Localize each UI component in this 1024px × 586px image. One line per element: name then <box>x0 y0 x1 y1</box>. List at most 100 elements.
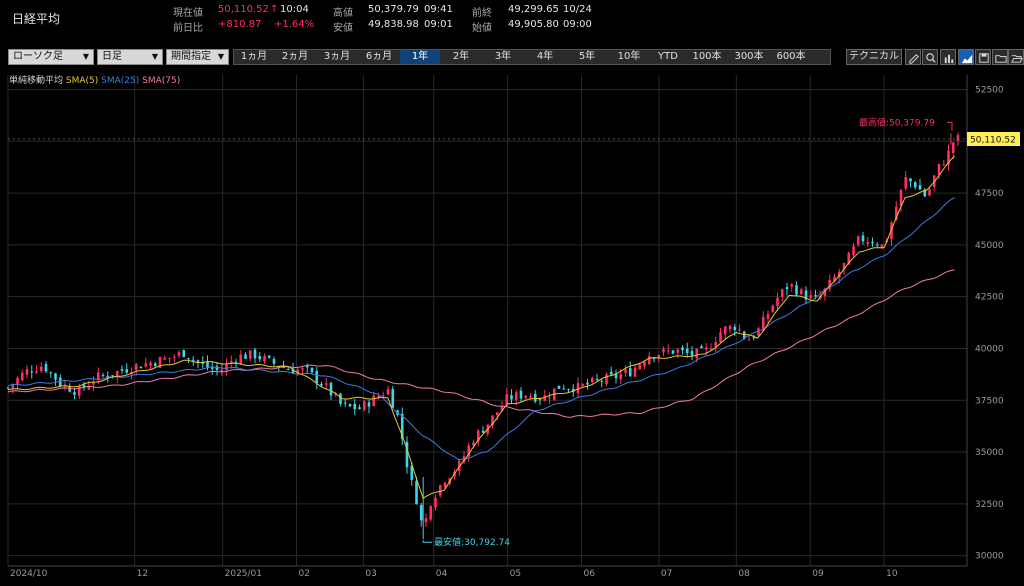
y-tick-label-7: 47500 <box>975 189 1004 199</box>
candle-body <box>567 389 570 391</box>
candle-body <box>704 347 708 350</box>
candle-body <box>101 375 105 377</box>
bar-chart-icon <box>944 54 954 64</box>
range-button-12[interactable]: 300本 <box>728 50 770 64</box>
range-button-1[interactable]: 2ヵ月 <box>274 50 316 64</box>
candle-body <box>377 395 380 398</box>
zoom-button[interactable] <box>922 49 938 65</box>
high-time: 09:41 <box>424 4 453 15</box>
x-tick-label-3: 02 <box>299 569 310 579</box>
range-button-4[interactable]: 1年 <box>400 50 440 64</box>
open-time: 09:00 <box>563 19 592 30</box>
legend-sma5[interactable]: SMA(5) <box>66 76 98 86</box>
range-button-6[interactable]: 3年 <box>482 50 524 64</box>
bar-chart-button[interactable] <box>940 49 956 65</box>
legend-label: 単純移動平均 <box>9 76 64 86</box>
legend-sma75[interactable]: SMA(75) <box>142 76 180 86</box>
candle-body <box>861 235 865 242</box>
range-button-2[interactable]: 3ヵ月 <box>316 50 358 64</box>
candle-body <box>139 366 143 369</box>
range-mode-value: 期間指定 <box>171 51 211 62</box>
range-button-11[interactable]: 100本 <box>686 50 728 64</box>
candle-body <box>576 383 580 394</box>
save-button[interactable] <box>975 49 991 65</box>
legend-sma25[interactable]: SMA(25) <box>101 76 139 86</box>
y-tick-label-3: 37500 <box>975 396 1004 406</box>
open-label: 始値 <box>472 23 492 34</box>
candle-body <box>514 392 518 400</box>
low-annotation-pointer <box>422 540 433 543</box>
candle-body <box>301 368 304 370</box>
candle-body <box>548 397 551 399</box>
candle-body <box>30 371 34 373</box>
candle-body <box>244 354 247 359</box>
range-button-13[interactable]: 600本 <box>770 50 812 64</box>
low-time: 09:01 <box>424 19 453 30</box>
low-label: 安値 <box>333 23 353 34</box>
candle-body <box>172 356 176 358</box>
candle-body <box>780 289 784 297</box>
candle-body <box>125 369 129 373</box>
candle-body <box>719 332 722 343</box>
chart-type-value: ローソク足 <box>13 51 63 62</box>
current-time: 10:04 <box>280 4 309 15</box>
pencil-button[interactable] <box>905 49 921 65</box>
candle-body <box>695 348 699 359</box>
candle-body <box>538 399 542 401</box>
folder-open-button[interactable] <box>1008 49 1024 65</box>
candle-body <box>177 352 181 356</box>
candle-body <box>153 363 157 366</box>
candle-body <box>785 286 789 290</box>
chart-type-select[interactable]: ローソク足 ▼ <box>8 49 94 65</box>
candle-body <box>581 384 585 386</box>
candle-body <box>866 242 870 244</box>
range-button-0[interactable]: 1ヵ月 <box>234 50 274 64</box>
candle-body <box>723 326 727 335</box>
candle-body <box>20 372 24 381</box>
candle-body <box>248 350 252 359</box>
range-button-10[interactable]: YTD <box>650 50 686 64</box>
candle-body <box>96 372 100 380</box>
area-chart-button[interactable] <box>958 49 974 65</box>
technical-button[interactable]: テクニカル <box>846 49 902 65</box>
candle-body <box>666 350 670 352</box>
current-label: 現在値 <box>173 8 203 19</box>
range-button-3[interactable]: 6ヵ月 <box>358 50 400 64</box>
folder-button[interactable] <box>992 49 1008 65</box>
last-price-label: 50,110.52 <box>970 136 1016 146</box>
range-button-9[interactable]: 10年 <box>608 50 650 64</box>
y-tick-label-1: 32500 <box>975 500 1004 510</box>
range-button-5[interactable]: 2年 <box>440 50 482 64</box>
candle-body <box>286 369 290 371</box>
candle-body <box>519 390 523 399</box>
candle-body <box>628 368 632 377</box>
x-tick-label-1: 12 <box>137 569 148 579</box>
range-button-8[interactable]: 5年 <box>566 50 608 64</box>
candle-body <box>809 295 813 299</box>
candle-body <box>529 396 532 398</box>
candle-body <box>134 364 138 370</box>
candle-body <box>909 178 912 182</box>
chart-toolbar: ローソク足 ▼ 日足 ▼ 期間指定 ▼ 1ヵ月 2ヵ月 3ヵ月 6ヵ月 1年 2年 3年 4年… <box>0 47 1024 69</box>
candle-body <box>225 363 228 371</box>
candle-body <box>358 407 361 410</box>
candle-body <box>856 236 860 245</box>
candle-body <box>362 401 366 410</box>
candle-body <box>310 367 314 373</box>
candle-body <box>6 387 10 389</box>
period-select[interactable]: 日足 ▼ <box>97 49 163 65</box>
candle-body <box>367 402 371 407</box>
high-annotation: 最高値:50,379.79 <box>859 116 935 128</box>
candle-body <box>163 357 167 360</box>
candle-body <box>647 356 651 365</box>
range-button-7[interactable]: 4年 <box>524 50 566 64</box>
prev-close-label: 前終 <box>472 8 492 19</box>
candle-body <box>562 388 566 390</box>
candle-body <box>443 482 447 488</box>
range-buttons: 1ヵ月 2ヵ月 3ヵ月 6ヵ月 1年 2年 3年 4年 5年 10年 YTD 100本 300本 600本 <box>233 49 831 65</box>
candle-body <box>35 371 38 373</box>
range-mode-select[interactable]: 期間指定 ▼ <box>166 49 229 65</box>
price-chart[interactable]: 30000 32500 35000 37500 40000 42500 45000 47500… <box>0 70 1024 583</box>
candle-body <box>700 346 703 349</box>
candle-body <box>263 356 266 362</box>
